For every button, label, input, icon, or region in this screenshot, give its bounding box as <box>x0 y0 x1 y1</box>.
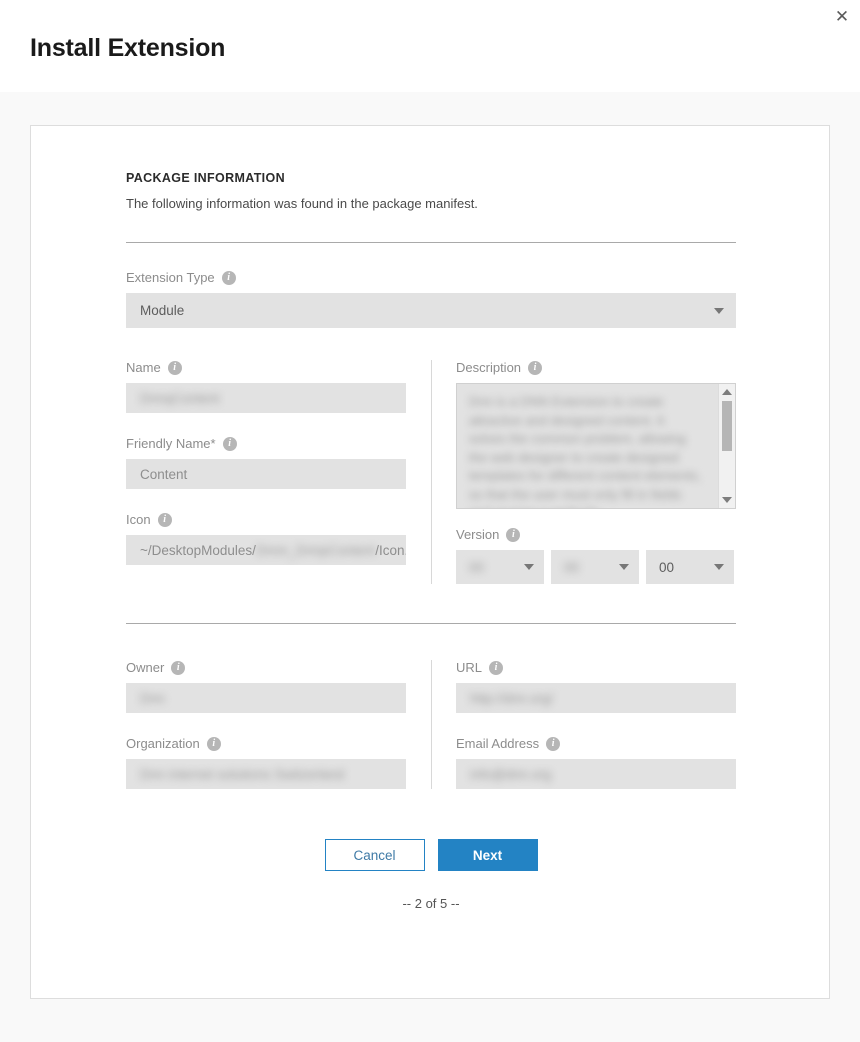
info-icon[interactable]: i <box>207 737 221 751</box>
email-input[interactable]: info@dnn.org <box>456 759 736 789</box>
organization-label: Organization <box>126 736 200 751</box>
description-label: Description <box>456 360 521 375</box>
url-label-row: URL i <box>456 660 736 675</box>
left-column-bottom: Owner i Dnn Organization i Dnn internet … <box>126 660 406 789</box>
divider-middle <box>126 623 736 624</box>
field-name: Name i DnnqContent <box>126 360 406 413</box>
scroll-up-arrow-icon[interactable] <box>722 389 732 395</box>
field-url: URL i http://dnn.org/ <box>456 660 736 713</box>
extension-type-label-row: Extension Type i <box>126 270 736 285</box>
chevron-down-icon <box>524 564 534 570</box>
version-minor-value: 00 <box>564 560 579 575</box>
organization-input[interactable]: Dnn internet solutions Switzerland <box>126 759 406 789</box>
info-icon[interactable]: i <box>223 437 237 451</box>
version-label-row: Version i <box>456 527 736 542</box>
cancel-button[interactable]: Cancel <box>325 839 425 871</box>
icon-label: Icon <box>126 512 151 527</box>
info-icon[interactable]: i <box>546 737 560 751</box>
description-value: Dnn is a DNN Extension to create attract… <box>469 393 703 509</box>
info-icon[interactable]: i <box>168 361 182 375</box>
url-value: http://dnn.org/ <box>470 691 553 706</box>
extension-type-select[interactable]: Module <box>126 293 736 328</box>
section-subheading: The following information was found in t… <box>126 196 736 211</box>
name-value: DnnqContent <box>140 391 220 406</box>
info-icon[interactable]: i <box>171 661 185 675</box>
info-icon[interactable]: i <box>489 661 503 675</box>
version-label: Version <box>456 527 499 542</box>
friendly-name-input[interactable]: Content <box>126 459 406 489</box>
organization-label-row: Organization i <box>126 736 406 751</box>
chevron-down-icon <box>619 564 629 570</box>
field-friendly-name: Friendly Name* i Content <box>126 436 406 489</box>
icon-path-input[interactable]: ~/DesktopModules/Dnnn_DnnpContent/Icon.p <box>126 535 406 565</box>
right-column-top: Description i Dnn is a DNN Extension to … <box>456 360 736 584</box>
version-minor-select[interactable]: 00 <box>551 550 639 584</box>
close-icon[interactable]: ✕ <box>831 6 853 28</box>
field-email: Email Address i info@dnn.org <box>456 736 736 789</box>
field-version: Version i 00 00 00 <box>456 527 736 584</box>
details-columns: Name i DnnqContent Friendly Name* i Cont… <box>126 360 736 584</box>
owner-value: Dnn <box>140 691 165 706</box>
icon-path-redacted: Dnnn_DnnpContent <box>256 543 375 558</box>
info-icon[interactable]: i <box>528 361 542 375</box>
organization-value: Dnn internet solutions Switzerland <box>140 767 344 782</box>
dialog-header: Install Extension ✕ <box>0 0 860 92</box>
column-divider-bottom <box>431 660 432 789</box>
version-build-select[interactable]: 00 <box>646 550 734 584</box>
icon-path-suffix: /Icon.p <box>375 543 406 558</box>
version-major-select[interactable]: 00 <box>456 550 544 584</box>
description-label-row: Description i <box>456 360 736 375</box>
description-textarea[interactable]: Dnn is a DNN Extension to create attract… <box>456 383 736 509</box>
field-description: Description i Dnn is a DNN Extension to … <box>456 360 736 509</box>
divider-top <box>126 242 736 243</box>
info-icon[interactable]: i <box>222 271 236 285</box>
friendly-name-value: Content <box>140 467 187 482</box>
owner-input[interactable]: Dnn <box>126 683 406 713</box>
friendly-name-label-row: Friendly Name* i <box>126 436 406 451</box>
name-label-row: Name i <box>126 360 406 375</box>
field-extension-type: Extension Type i Module <box>126 270 736 328</box>
install-extension-card: PACKAGE INFORMATION The following inform… <box>30 125 830 999</box>
scrollbar-thumb[interactable] <box>722 401 732 451</box>
action-buttons: Cancel Next <box>126 839 736 871</box>
step-indicator: -- 2 of 5 -- <box>126 896 736 911</box>
info-icon[interactable]: i <box>506 528 520 542</box>
extension-type-value: Module <box>140 303 184 318</box>
extension-type-label: Extension Type <box>126 270 215 285</box>
friendly-name-label: Friendly Name* <box>126 436 216 451</box>
version-major-value: 00 <box>469 560 484 575</box>
field-owner: Owner i Dnn <box>126 660 406 713</box>
owner-label: Owner <box>126 660 164 675</box>
description-scrollbar[interactable] <box>718 384 735 508</box>
icon-label-row: Icon i <box>126 512 406 527</box>
info-icon[interactable]: i <box>158 513 172 527</box>
column-divider-top <box>431 360 432 584</box>
email-label: Email Address <box>456 736 539 751</box>
chevron-down-icon <box>714 308 724 314</box>
contact-columns: Owner i Dnn Organization i Dnn internet … <box>126 660 736 789</box>
name-input[interactable]: DnnqContent <box>126 383 406 413</box>
form-content: PACKAGE INFORMATION The following inform… <box>126 171 736 911</box>
email-value: info@dnn.org <box>470 767 551 782</box>
section-heading: PACKAGE INFORMATION <box>126 171 736 185</box>
email-label-row: Email Address i <box>456 736 736 751</box>
icon-path-prefix: ~/DesktopModules/ <box>140 543 256 558</box>
next-button[interactable]: Next <box>438 839 538 871</box>
right-column-bottom: URL i http://dnn.org/ Email Address i in… <box>456 660 736 789</box>
chevron-down-icon <box>714 564 724 570</box>
page-title: Install Extension <box>30 34 225 63</box>
owner-label-row: Owner i <box>126 660 406 675</box>
left-column-top: Name i DnnqContent Friendly Name* i Cont… <box>126 360 406 584</box>
version-selects: 00 00 00 <box>456 550 736 584</box>
field-organization: Organization i Dnn internet solutions Sw… <box>126 736 406 789</box>
field-icon: Icon i ~/DesktopModules/Dnnn_DnnpContent… <box>126 512 406 565</box>
name-label: Name <box>126 360 161 375</box>
version-build-value: 00 <box>659 560 674 575</box>
scroll-down-arrow-icon[interactable] <box>722 497 732 503</box>
url-input[interactable]: http://dnn.org/ <box>456 683 736 713</box>
url-label: URL <box>456 660 482 675</box>
